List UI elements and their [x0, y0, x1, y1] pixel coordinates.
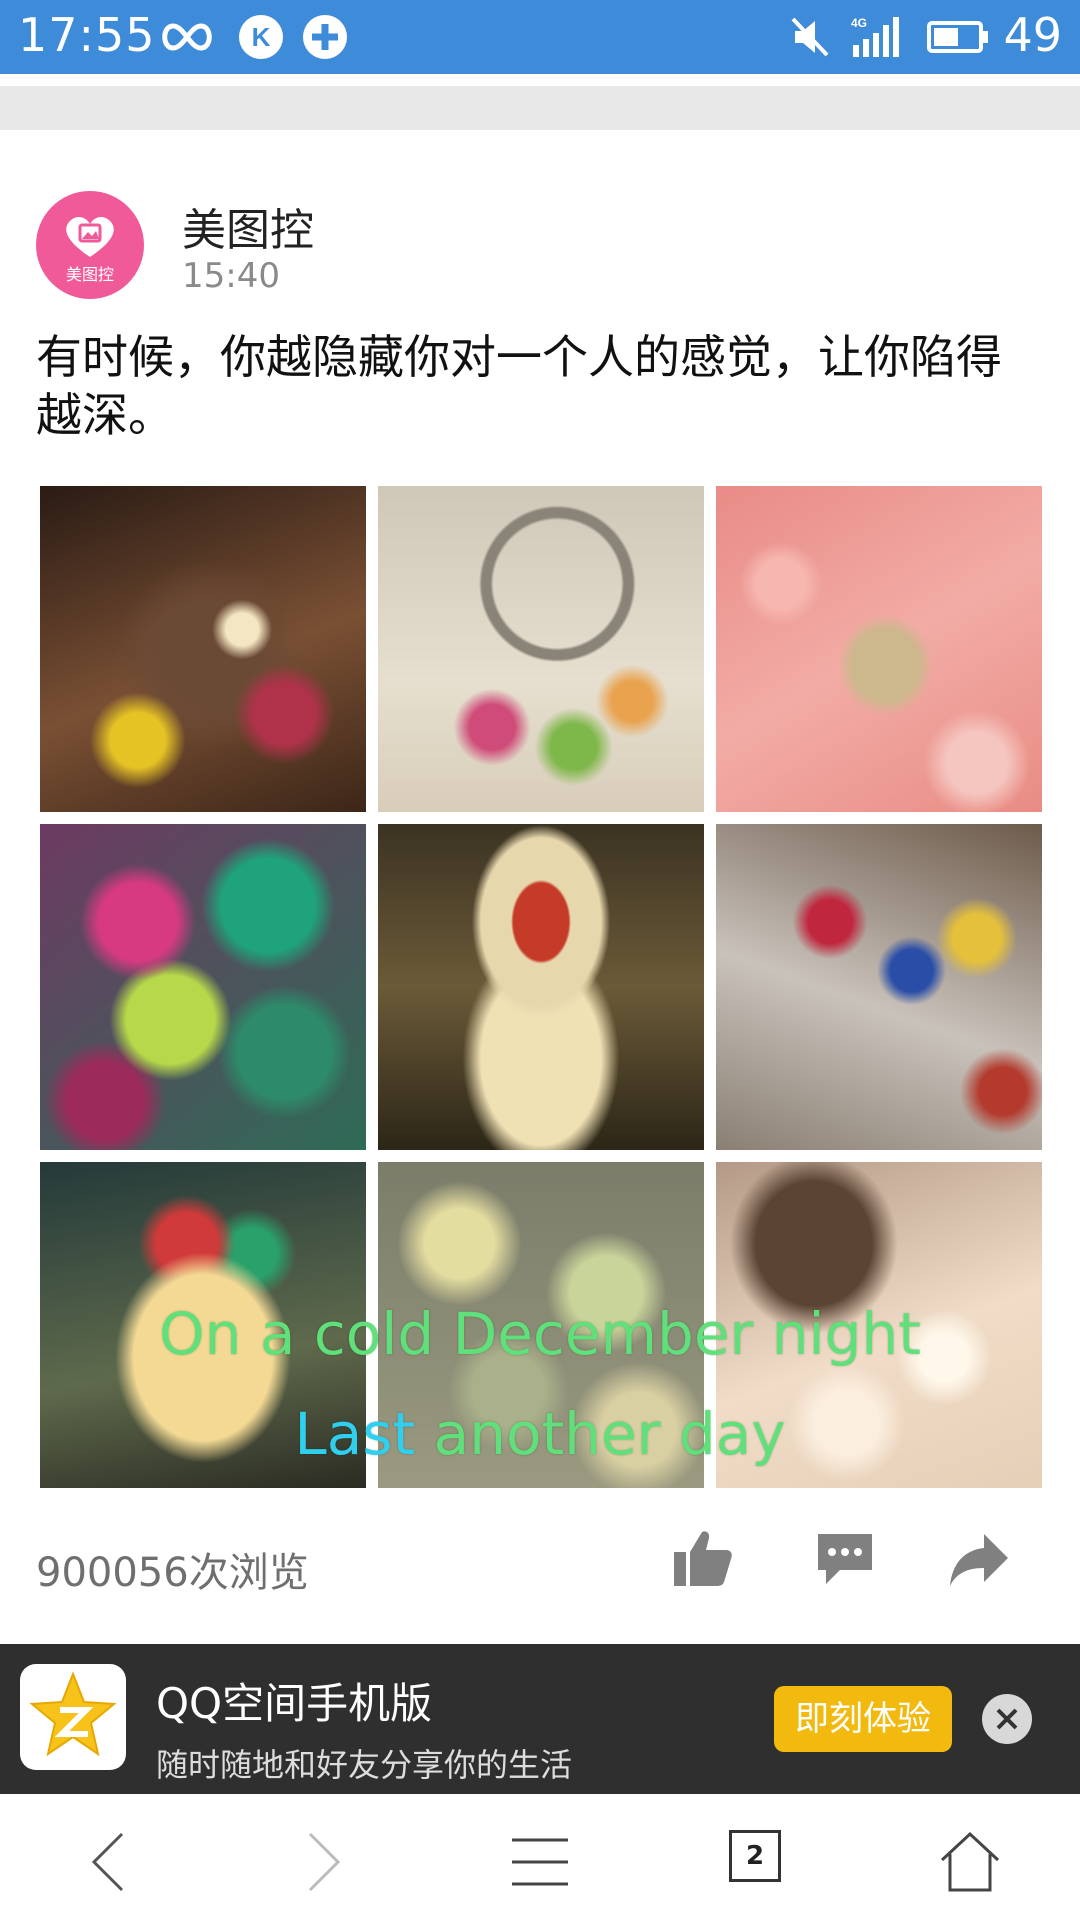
- view-count: 900056次浏览: [36, 1550, 309, 1596]
- comment-icon[interactable]: [810, 1524, 880, 1594]
- photo-tile[interactable]: [40, 486, 366, 812]
- divider-band: [0, 86, 1080, 130]
- avatar-label: 美图控: [65, 265, 114, 284]
- like-icon[interactable]: [668, 1524, 738, 1594]
- photo-tile[interactable]: [378, 486, 704, 812]
- post-time: 15:40: [182, 256, 280, 296]
- svg-text:K: K: [252, 22, 271, 52]
- battery-icon: [926, 10, 990, 64]
- battery-level: 49: [1003, 8, 1062, 62]
- try-now-button[interactable]: 即刻体验: [774, 1686, 952, 1752]
- banner-subtitle: 随时随地和好友分享你的生活: [156, 1746, 573, 1784]
- lyrics-line-2-highlight: Last: [294, 1400, 416, 1468]
- avatar[interactable]: 美图控: [36, 191, 144, 299]
- app-promo-banner[interactable]: QQ空间手机版 随时随地和好友分享你的生活 即刻体验: [0, 1644, 1080, 1794]
- share-icon[interactable]: [944, 1524, 1014, 1594]
- qzone-app-icon: [20, 1664, 126, 1770]
- home-icon[interactable]: [930, 1822, 1010, 1902]
- mute-icon: [790, 10, 830, 64]
- network-type-label: 4G: [851, 16, 867, 30]
- status-bar: 17:55 K 4G 49: [0, 0, 1080, 74]
- tabs-icon[interactable]: 2: [729, 1830, 781, 1882]
- lyrics-line-1: On a cold December night: [159, 1300, 921, 1368]
- banner-title: QQ空间手机版: [156, 1679, 433, 1728]
- back-icon[interactable]: [68, 1822, 148, 1902]
- close-icon[interactable]: [982, 1694, 1032, 1744]
- lyrics-line-2: Last another day: [0, 1400, 1080, 1468]
- author-name[interactable]: 美图控: [182, 194, 314, 258]
- photo-tile[interactable]: [716, 486, 1042, 812]
- menu-icon[interactable]: [500, 1822, 580, 1902]
- photo-tile[interactable]: [378, 824, 704, 1150]
- status-time: 17:55: [18, 8, 156, 62]
- k-app-icon: K: [234, 10, 288, 64]
- forward-icon[interactable]: [284, 1822, 364, 1902]
- lyrics-line-2-rest: another day: [415, 1400, 786, 1468]
- photo-tile[interactable]: [40, 824, 366, 1150]
- post-header: 美图控 美图控 15:40: [36, 188, 1036, 308]
- infinity-icon: [156, 10, 218, 64]
- browser-navbar: 2: [0, 1796, 1080, 1920]
- post-text: 有时候，你越隐藏你对一个人的感觉，让你陷得越深。: [36, 330, 1002, 442]
- photo-tile[interactable]: [716, 824, 1042, 1150]
- signal-icon: 4G: [848, 10, 904, 64]
- plus-app-icon: [298, 10, 352, 64]
